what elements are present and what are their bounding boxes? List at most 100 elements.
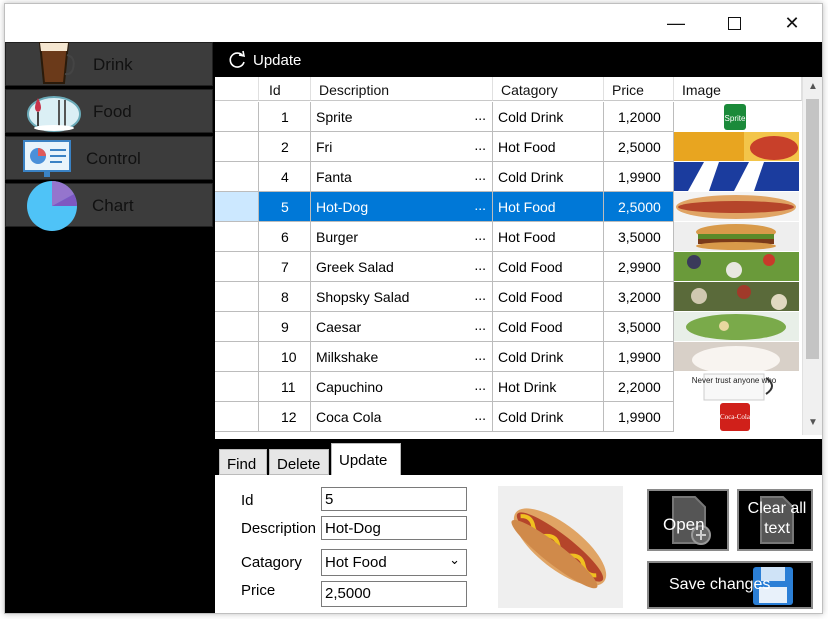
column-header-category[interactable]: Catagory bbox=[493, 77, 604, 101]
cell-category[interactable]: Hot Food bbox=[493, 132, 604, 162]
cell-price[interactable]: 3,5000 bbox=[604, 312, 674, 342]
sidebar-item-drink[interactable]: Drink bbox=[5, 42, 213, 86]
maximize-button[interactable] bbox=[705, 4, 763, 42]
sidebar-item-chart[interactable]: Chart bbox=[5, 180, 213, 231]
cell-id[interactable]: 7 bbox=[259, 252, 311, 282]
row-header[interactable] bbox=[215, 192, 259, 222]
cell-category[interactable]: Cold Drink bbox=[493, 402, 604, 432]
cell-price[interactable]: 1,9900 bbox=[604, 342, 674, 372]
id-field[interactable]: 5 bbox=[321, 487, 467, 511]
cell-price[interactable]: 2,5000 bbox=[604, 132, 674, 162]
close-button[interactable]: ✕ bbox=[763, 4, 821, 42]
category-select[interactable]: Hot Food ⌄ bbox=[321, 549, 467, 576]
table-row[interactable]: 5 Hot-Dog... Hot Food 2,5000 bbox=[215, 192, 802, 222]
cell-price[interactable]: 1,9900 bbox=[604, 162, 674, 192]
cell-id[interactable]: 10 bbox=[259, 342, 311, 372]
table-row[interactable]: 12 Coca Cola... Cold Drink 1,9900 Coca-Cola bbox=[215, 402, 802, 432]
cell-price[interactable]: 1,9900 bbox=[604, 402, 674, 432]
cell-id[interactable]: 6 bbox=[259, 222, 311, 252]
minimize-button[interactable]: — bbox=[647, 4, 705, 42]
scroll-up-icon[interactable]: ▲ bbox=[808, 81, 818, 92]
tab-find[interactable]: Find bbox=[219, 449, 267, 475]
cell-description[interactable]: Milkshake... bbox=[311, 342, 493, 372]
ellipsis-button[interactable]: ... bbox=[474, 317, 486, 333]
cell-id[interactable]: 9 bbox=[259, 312, 311, 342]
table-row[interactable]: 8 Shopsky Salad... Cold Food 3,2000 bbox=[215, 282, 802, 312]
row-header[interactable] bbox=[215, 102, 259, 132]
cell-id[interactable]: 1 bbox=[259, 102, 311, 132]
scrollbar-thumb[interactable] bbox=[806, 99, 819, 359]
table-row[interactable]: 10 Milkshake... Cold Drink 1,9900 bbox=[215, 342, 802, 372]
cell-price[interactable]: 3,5000 bbox=[604, 222, 674, 252]
cell-category[interactable]: Cold Food bbox=[493, 312, 604, 342]
cell-id[interactable]: 11 bbox=[259, 372, 311, 402]
cell-id[interactable]: 8 bbox=[259, 282, 311, 312]
cell-price[interactable]: 3,2000 bbox=[604, 282, 674, 312]
table-row[interactable]: 4 Fanta... Cold Drink 1,9900 bbox=[215, 162, 802, 192]
ellipsis-button[interactable]: ... bbox=[474, 227, 486, 243]
table-row[interactable]: 7 Greek Salad... Cold Food 2,9900 bbox=[215, 252, 802, 282]
cell-price[interactable]: 2,5000 bbox=[604, 192, 674, 222]
update-toolbar-button[interactable]: Update bbox=[227, 49, 301, 71]
cell-category[interactable]: Cold Drink bbox=[493, 342, 604, 372]
column-header-description[interactable]: Description bbox=[311, 77, 493, 101]
cell-price[interactable]: 2,2000 bbox=[604, 372, 674, 402]
column-header-image[interactable]: Image bbox=[674, 77, 802, 101]
ellipsis-button[interactable]: ... bbox=[474, 107, 486, 123]
sidebar-item-food[interactable]: Food bbox=[5, 89, 213, 133]
sidebar-item-control[interactable]: Control bbox=[5, 136, 213, 180]
cell-category[interactable]: Cold Drink bbox=[493, 162, 604, 192]
cell-description[interactable]: Caesar... bbox=[311, 312, 493, 342]
description-field[interactable]: Hot-Dog bbox=[321, 516, 467, 540]
data-grid[interactable]: Id Description Catagory Price Image 1 Spr… bbox=[215, 77, 822, 435]
clear-all-text-button[interactable]: Clear all text bbox=[737, 489, 813, 551]
cell-description[interactable]: Burger... bbox=[311, 222, 493, 252]
ellipsis-button[interactable]: ... bbox=[474, 377, 486, 393]
row-header[interactable] bbox=[215, 222, 259, 252]
cell-description[interactable]: Shopsky Salad... bbox=[311, 282, 493, 312]
table-row[interactable]: 1 Sprite... Cold Drink 1,2000 Sprite bbox=[215, 102, 802, 132]
row-header[interactable] bbox=[215, 282, 259, 312]
cell-description[interactable]: Greek Salad... bbox=[311, 252, 493, 282]
cell-category[interactable]: Cold Food bbox=[493, 252, 604, 282]
cell-id[interactable]: 4 bbox=[259, 162, 311, 192]
row-header[interactable] bbox=[215, 342, 259, 372]
cell-description[interactable]: Coca Cola... bbox=[311, 402, 493, 432]
tab-update[interactable]: Update bbox=[331, 443, 401, 475]
cell-description[interactable]: Hot-Dog... bbox=[311, 192, 493, 222]
ellipsis-button[interactable]: ... bbox=[474, 257, 486, 273]
price-field[interactable]: 2,5000 bbox=[321, 581, 467, 607]
row-header[interactable] bbox=[215, 162, 259, 192]
cell-category[interactable]: Hot Drink bbox=[493, 372, 604, 402]
row-header[interactable] bbox=[215, 252, 259, 282]
cell-description[interactable]: Capuchino... bbox=[311, 372, 493, 402]
row-header[interactable] bbox=[215, 402, 259, 432]
tab-delete[interactable]: Delete bbox=[269, 449, 329, 475]
cell-price[interactable]: 1,2000 bbox=[604, 102, 674, 132]
ellipsis-button[interactable]: ... bbox=[474, 347, 486, 363]
ellipsis-button[interactable]: ... bbox=[474, 167, 486, 183]
cell-description[interactable]: Fanta... bbox=[311, 162, 493, 192]
scroll-down-icon[interactable]: ▼ bbox=[808, 417, 818, 428]
open-button[interactable]: Open bbox=[647, 489, 729, 551]
ellipsis-button[interactable]: ... bbox=[474, 197, 486, 213]
ellipsis-button[interactable]: ... bbox=[474, 287, 486, 303]
cell-category[interactable]: Hot Food bbox=[493, 222, 604, 252]
cell-id[interactable]: 2 bbox=[259, 132, 311, 162]
table-row[interactable]: 2 Fri... Hot Food 2,5000 bbox=[215, 132, 802, 162]
ellipsis-button[interactable]: ... bbox=[474, 137, 486, 153]
cell-id[interactable]: 5 bbox=[259, 192, 311, 222]
cell-description[interactable]: Fri... bbox=[311, 132, 493, 162]
row-header[interactable] bbox=[215, 372, 259, 402]
grid-vertical-scrollbar[interactable]: ▲ ▼ bbox=[802, 77, 822, 435]
table-row[interactable]: 11 Capuchino... Hot Drink 2,2000 Never trust… bbox=[215, 372, 802, 402]
ellipsis-button[interactable]: ... bbox=[474, 407, 486, 423]
table-row[interactable]: 9 Caesar... Cold Food 3,5000 bbox=[215, 312, 802, 342]
cell-price[interactable]: 2,9900 bbox=[604, 252, 674, 282]
column-header-id[interactable]: Id bbox=[259, 77, 311, 101]
row-header[interactable] bbox=[215, 312, 259, 342]
row-header[interactable] bbox=[215, 132, 259, 162]
cell-category[interactable]: Hot Food bbox=[493, 192, 604, 222]
cell-description[interactable]: Sprite... bbox=[311, 102, 493, 132]
cell-id[interactable]: 12 bbox=[259, 402, 311, 432]
